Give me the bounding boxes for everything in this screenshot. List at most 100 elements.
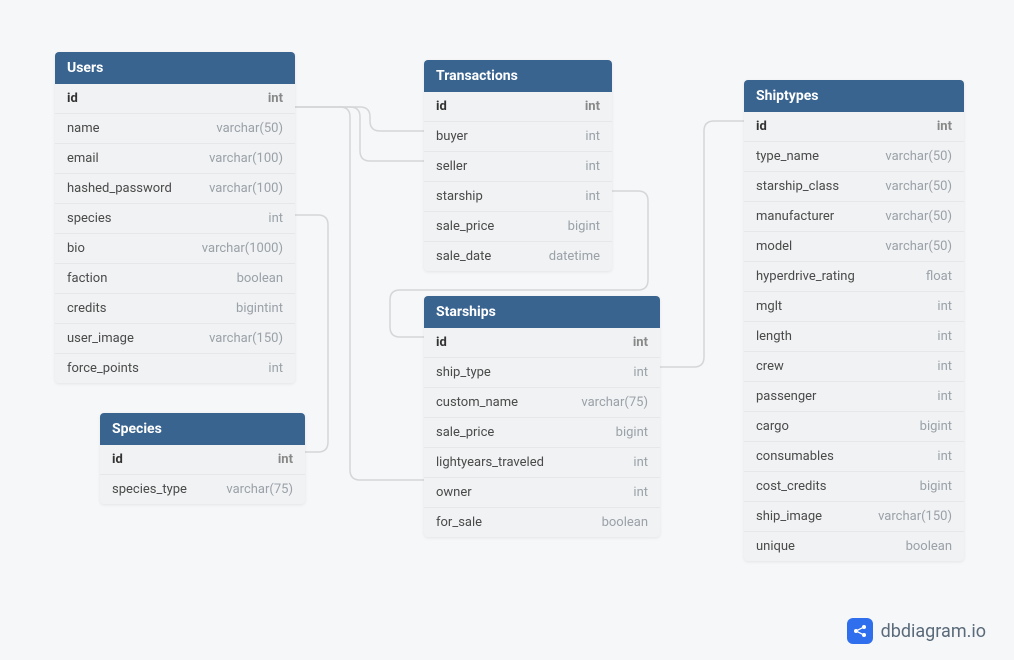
column-type: varchar(50) bbox=[216, 121, 283, 136]
column-type: int bbox=[633, 455, 648, 470]
column-name: model bbox=[756, 239, 792, 254]
table-row[interactable]: type_namevarchar(50) bbox=[744, 142, 964, 172]
column-name: consumables bbox=[756, 449, 834, 464]
column-name: name bbox=[67, 121, 100, 136]
table-row[interactable]: ownerint bbox=[424, 478, 660, 508]
column-type: int bbox=[937, 299, 952, 314]
column-name: sale_date bbox=[436, 249, 491, 264]
table-row[interactable]: user_imagevarchar(150) bbox=[55, 324, 295, 354]
column-name: passenger bbox=[756, 389, 816, 404]
column-type: bigint bbox=[920, 419, 952, 434]
table-row[interactable]: mgltint bbox=[744, 292, 964, 322]
column-name: lightyears_traveled bbox=[436, 455, 544, 470]
column-name: manufacturer bbox=[756, 209, 834, 224]
table-row[interactable]: idint bbox=[100, 445, 305, 475]
table-users-header: Users bbox=[55, 52, 295, 84]
watermark: dbdiagram.io bbox=[847, 618, 986, 644]
column-type: int bbox=[937, 389, 952, 404]
table-row[interactable]: lightyears_traveled int bbox=[424, 448, 660, 478]
table-row[interactable]: starship_classvarchar(50) bbox=[744, 172, 964, 202]
table-row[interactable]: ship_imagevarchar(150) bbox=[744, 502, 964, 532]
table-row[interactable]: manufacturer varchar(50) bbox=[744, 202, 964, 232]
column-name: user_image bbox=[67, 331, 134, 346]
column-type: int bbox=[585, 129, 600, 144]
column-type: bigint bbox=[568, 219, 600, 234]
table-row[interactable]: sale_date datetime bbox=[424, 242, 612, 271]
table-row[interactable]: modelvarchar(50) bbox=[744, 232, 964, 262]
table-species[interactable]: Species idintspecies_typevarchar(75) bbox=[100, 413, 305, 504]
column-name: cost_credits bbox=[756, 479, 826, 494]
table-row[interactable]: sellerint bbox=[424, 152, 612, 182]
column-type: int bbox=[633, 335, 648, 350]
column-name: species_type bbox=[112, 482, 187, 497]
table-row[interactable]: uniqueboolean bbox=[744, 532, 964, 561]
table-starships[interactable]: Starships idintship_typeintcustom_nameva… bbox=[424, 296, 660, 537]
table-users-rows: id int name varchar(50) emailvarchar(100)has… bbox=[55, 84, 295, 383]
table-row[interactable]: cost_credits bigint bbox=[744, 472, 964, 502]
column-name: for_sale bbox=[436, 515, 482, 530]
table-row[interactable]: starshipint bbox=[424, 182, 612, 212]
table-starships-rows: idintship_typeintcustom_namevarchar(75)s… bbox=[424, 328, 660, 537]
table-row[interactable]: factionboolean bbox=[55, 264, 295, 294]
column-type: int bbox=[268, 91, 283, 106]
column-name: faction bbox=[67, 271, 107, 286]
column-type: bigintint bbox=[236, 301, 283, 316]
table-shiptypes-rows: idinttype_namevarchar(50)starship_classv… bbox=[744, 112, 964, 561]
table-row[interactable]: buyer int bbox=[424, 122, 612, 152]
column-name: custom_name bbox=[436, 395, 518, 410]
column-name: id bbox=[436, 99, 447, 114]
column-type: datetime bbox=[549, 249, 600, 264]
column-type: int bbox=[633, 365, 648, 380]
column-name: email bbox=[67, 151, 99, 166]
table-row[interactable]: sale_pricebigint bbox=[424, 418, 660, 448]
table-row[interactable]: creditsbigintint bbox=[55, 294, 295, 324]
column-name: owner bbox=[436, 485, 472, 500]
table-shiptypes[interactable]: Shiptypes idinttype_namevarchar(50)stars… bbox=[744, 80, 964, 561]
column-name: cargo bbox=[756, 419, 789, 434]
column-name: length bbox=[756, 329, 792, 344]
column-type: int bbox=[937, 359, 952, 374]
table-transactions[interactable]: Transactions idintbuyerintsellerintstars… bbox=[424, 60, 612, 271]
column-name: sale_price bbox=[436, 425, 494, 440]
table-row[interactable]: speciesint bbox=[55, 204, 295, 234]
column-name: id bbox=[67, 91, 78, 106]
column-name: type_name bbox=[756, 149, 819, 164]
table-row[interactable]: force_pointsint bbox=[55, 354, 295, 383]
table-row[interactable]: ship_typeint bbox=[424, 358, 660, 388]
table-species-rows: idintspecies_typevarchar(75) bbox=[100, 445, 305, 504]
column-type: float bbox=[926, 269, 952, 284]
table-row[interactable]: species_typevarchar(75) bbox=[100, 475, 305, 504]
table-row[interactable]: crewint bbox=[744, 352, 964, 382]
table-row[interactable]: consumables int bbox=[744, 442, 964, 472]
table-row[interactable]: passenger int bbox=[744, 382, 964, 412]
table-row[interactable]: name varchar(50) bbox=[55, 114, 295, 144]
column-type: varchar(150) bbox=[878, 509, 952, 524]
column-type: bigint bbox=[920, 479, 952, 494]
column-name: buyer bbox=[436, 129, 468, 144]
column-type: varchar(50) bbox=[885, 209, 952, 224]
table-row[interactable]: for_sale boolean bbox=[424, 508, 660, 537]
column-type: varchar(50) bbox=[885, 179, 952, 194]
column-type: int bbox=[937, 449, 952, 464]
column-type: int bbox=[585, 99, 600, 114]
column-type: int bbox=[937, 119, 952, 134]
table-row[interactable]: hashed_passwordvarchar(100) bbox=[55, 174, 295, 204]
table-users[interactable]: Users id int name varchar(50) emailvarchar(1… bbox=[55, 52, 295, 383]
diagram-canvas: Users idintnamevarchar(50)emailvarchar(1… bbox=[0, 0, 1014, 660]
column-name: id bbox=[112, 452, 123, 467]
table-row[interactable]: hyperdrive_ratingfloat bbox=[744, 262, 964, 292]
table-row[interactable]: sale_pricebigint bbox=[424, 212, 612, 242]
table-species-header: Species bbox=[100, 413, 305, 445]
table-row[interactable]: biovarchar(1000) bbox=[55, 234, 295, 264]
table-row[interactable]: emailvarchar(100) bbox=[55, 144, 295, 174]
table-row[interactable]: id int bbox=[424, 92, 612, 122]
table-row[interactable]: custom_namevarchar(75) bbox=[424, 388, 660, 418]
table-row[interactable]: id int bbox=[55, 84, 295, 114]
column-name: species bbox=[67, 211, 111, 226]
table-row[interactable]: cargo bigint bbox=[744, 412, 964, 442]
table-row[interactable]: idint bbox=[424, 328, 660, 358]
table-row[interactable]: lengthint bbox=[744, 322, 964, 352]
table-row[interactable]: idint bbox=[744, 112, 964, 142]
column-type: boolean bbox=[906, 539, 952, 554]
column-type: boolean bbox=[602, 515, 648, 530]
